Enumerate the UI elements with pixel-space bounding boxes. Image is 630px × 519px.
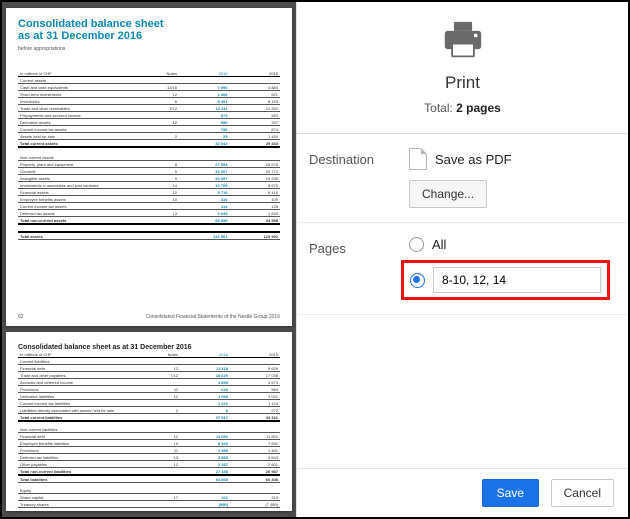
doc-title2: Consolidated balance sheet as at 31 Dece… [18,344,280,351]
table-row: Current income tax assets786874 [18,126,280,133]
table-row: Derivative assets12550337 [18,119,280,126]
table-row: Total current liabilities37 51733 321 [18,414,280,422]
table-row: Current liabilities [18,358,280,365]
table-row: Current income tax assets114128 [18,203,280,210]
preview-page-2: Consolidated balance sheet as at 31 Dece… [6,332,292,511]
table-row: Liabilities directly associated with ass… [18,407,280,414]
table-row: Current income tax liabilities1 2211 124 [18,400,280,407]
destination-value: Save as PDF [435,152,512,167]
print-preview-pane: Consolidated balance sheet as at 31 Dece… [2,2,296,517]
table-row: Short-term investments121 306921 [18,91,280,98]
table-row: Employee benefits assets10310109 [18,196,280,203]
change-destination-button[interactable]: Change... [409,180,487,208]
table-row: Current assets [18,77,280,84]
pages-all-radio[interactable] [409,237,424,252]
table-row: Investments in associates and joint vent… [18,182,280,189]
save-button[interactable]: Save [482,479,539,507]
pages-row: Pages All [297,223,628,315]
cancel-button[interactable]: Cancel [551,479,614,507]
table-row: Financial assets125 7196 416 [18,189,280,196]
pages-custom-radio[interactable] [410,273,425,288]
table-row: Deferred tax liabilities133 8653 643 [18,454,280,461]
pdf-file-icon [409,148,427,170]
balance-sheet-table: In millions of CHF Notes 2016 2015 Curre… [18,70,280,240]
table-row: Goodwill933 00732 772 [18,168,280,175]
pages-custom-input[interactable] [433,267,601,293]
table-row: Trade and other receivables7/1212 41112 … [18,105,280,112]
table-row: Prepayments and accrued income573583 [18,112,280,119]
page-footer: 62 Consolidated Financial Statements of … [18,310,280,320]
table-row: Total non-current liabilities27 34826 98… [18,468,280,476]
table-row: Share capital17311319 [18,494,280,501]
custom-pages-highlight [401,260,610,300]
table-row: Inventories68 4018 153 [18,98,280,105]
page-footer-text: Consolidated Financial Statements of the… [145,314,280,320]
table-row: Property, plant and equipment827 55426 5… [18,161,280,168]
table-row: Other payables122 3872 601 [18,461,280,468]
table-row: Provisions11620564 [18,386,280,393]
page-total: Total: 2 pages [307,101,618,115]
table-total-row: Total liabilities64 86560 308 [18,475,280,483]
table-row: Financial debt1211 09111 601 [18,433,280,440]
table-row: Employee benefits liabilities108 4207 69… [18,440,280,447]
pages-all-label: All [432,237,446,252]
balance-sheet-table-2: In millions of CHF Notes 2016 2015 Curre… [18,351,280,508]
destination-label: Destination [309,148,409,208]
table-row: Financial debt1212 1189 629 [18,365,280,372]
doc-title-line2: as at 31 December 2016 [18,30,280,42]
table-row: Treasury shares(990)(7 489) [18,501,280,508]
destination-row: Destination Save as PDF Change... [297,134,628,223]
table-row: Deferred tax assets132 0491 643 [18,210,280,217]
panel-title: Print [307,73,618,93]
table-total-row: Total assets131 901123 992 [18,232,280,240]
table-row: Cash and cash equivalents12/167 9904 884 [18,84,280,91]
printer-icon [307,20,618,63]
table-row: Total non-current assets99 85994 558 [18,217,280,225]
page-number: 62 [18,314,24,320]
doc-title-line1: Consolidated balance sheet [18,18,280,30]
dialog-actions: Save Cancel [297,468,628,517]
table-row: Accruals and deferred income3 8553 673 [18,379,280,386]
table-row: Derivative liabilities121 0681 021 [18,393,280,400]
table-row: Total current assets32 04229 434 [18,140,280,148]
table-row: Intangible assets920 39719 236 [18,175,280,182]
print-dialog: Consolidated balance sheet as at 31 Dece… [0,0,630,519]
table-row: Trade and other payables7/1218 62917 038 [18,372,280,379]
table-row: Provisions111 5851 451 [18,447,280,454]
preview-page-1: Consolidated balance sheet as at 31 Dece… [6,8,292,326]
pages-label: Pages [309,237,409,300]
print-settings-panel: Print Total: 2 pages Destination Save as… [296,2,628,517]
table-row: Assets held for sale2251 430 [18,133,280,140]
